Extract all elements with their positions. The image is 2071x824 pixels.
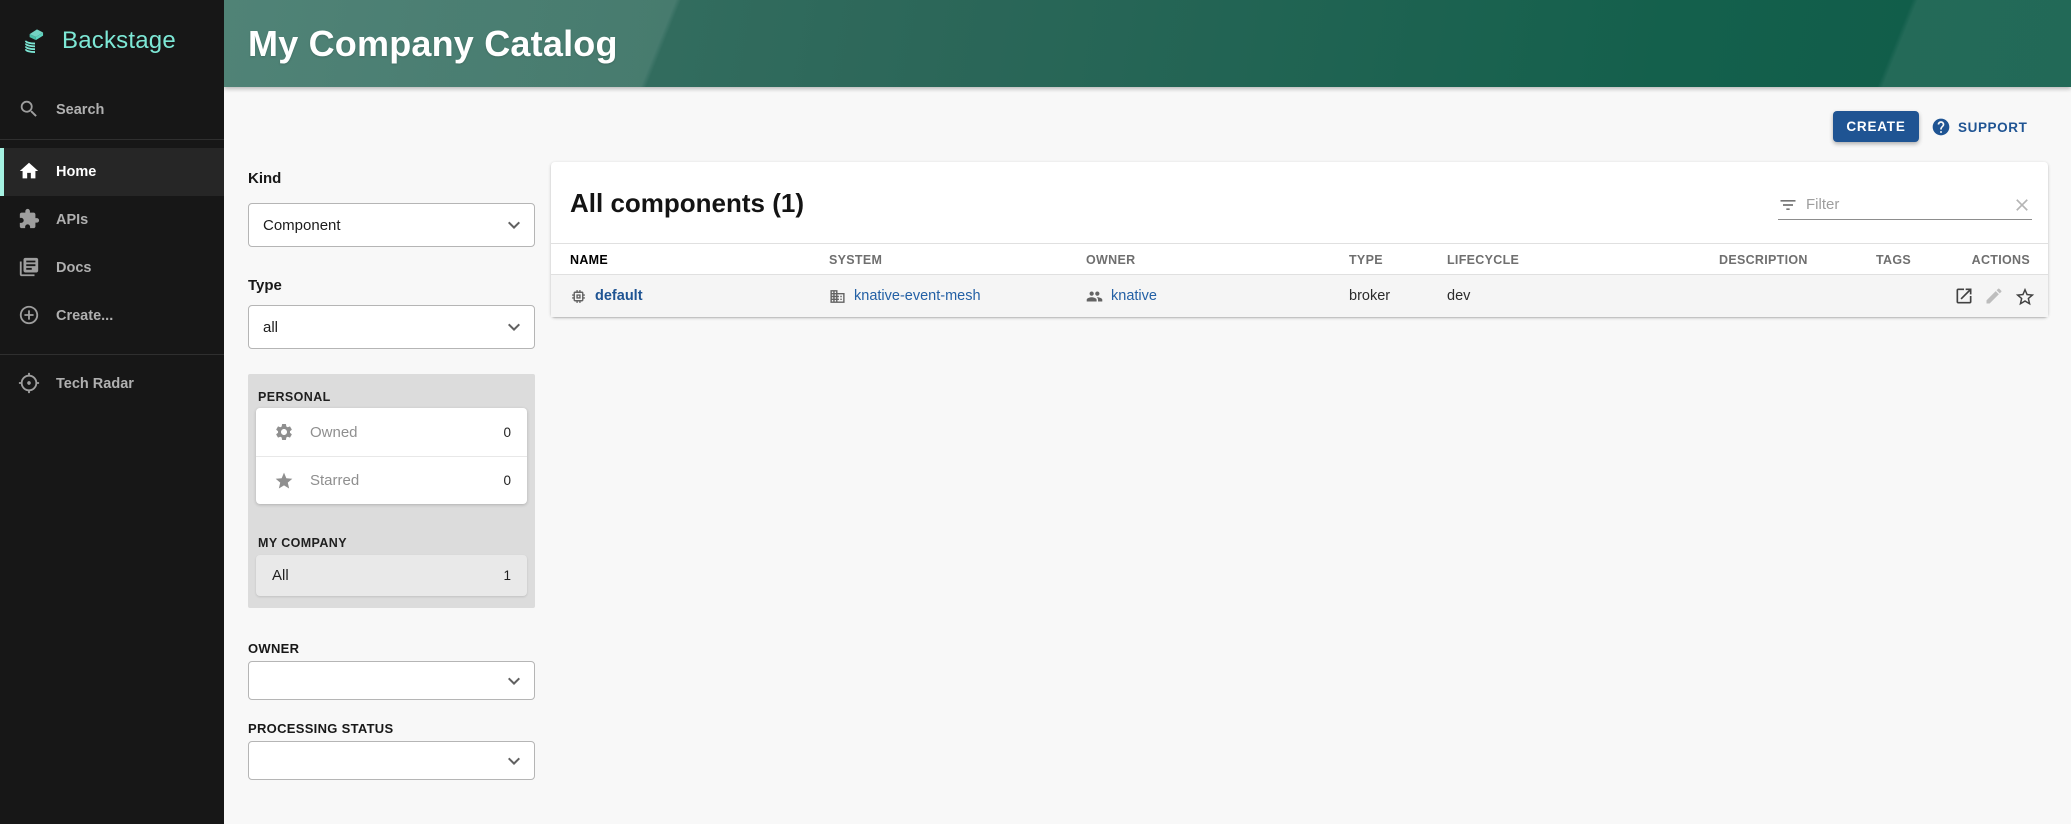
star-outline-icon[interactable]: [2014, 286, 2034, 306]
table-title: All components (1): [570, 188, 804, 219]
sidebar-item-create[interactable]: Create...: [0, 292, 224, 340]
starred-count: 0: [503, 473, 511, 488]
backstage-logo[interactable]: Backstage: [0, 0, 224, 62]
sidebar-item-label: Docs: [56, 260, 91, 276]
page-header: My Company Catalog: [224, 0, 2071, 87]
entity-picker-card: PERSONAL Owned 0 Starred 0: [248, 374, 535, 608]
clear-filter-icon[interactable]: [2012, 195, 2032, 215]
chevron-down-icon: [502, 315, 526, 339]
search-icon: [18, 98, 42, 122]
support-button[interactable]: SUPPORT: [1931, 116, 2027, 138]
chevron-down-icon: [502, 669, 526, 693]
entity-link[interactable]: default: [595, 288, 643, 304]
group-icon: [1086, 288, 1103, 305]
plus-circle-icon: [18, 304, 42, 328]
sidebar-divider: [0, 139, 224, 140]
all-count: 1: [503, 568, 511, 583]
star-icon: [274, 471, 294, 491]
kind-select[interactable]: Component: [248, 203, 535, 247]
main-content: CREATE SUPPORT Kind Component Type all P…: [224, 87, 2071, 824]
sidebar-divider: [0, 354, 224, 355]
sidebar-item-tech-radar[interactable]: Tech Radar: [0, 360, 224, 408]
kind-select-value: Component: [263, 217, 341, 234]
open-in-new-icon[interactable]: [1954, 286, 1974, 306]
column-header-tags[interactable]: TAGS: [1876, 253, 1911, 267]
docs-icon: [18, 256, 42, 280]
chevron-down-icon: [502, 749, 526, 773]
type-label: Type: [248, 277, 282, 294]
column-header-description[interactable]: DESCRIPTION: [1719, 253, 1808, 267]
edit-icon[interactable]: [1984, 286, 2004, 306]
sidebar-item-label: Create...: [56, 308, 113, 324]
processing-status-select[interactable]: [248, 741, 535, 780]
actions-cell: [1954, 275, 2034, 317]
sidebar-item-home[interactable]: Home: [0, 148, 224, 196]
backstage-logo-icon: [18, 22, 52, 61]
table-filter-field: [1778, 190, 2032, 220]
owned-label: Owned: [310, 424, 358, 441]
column-header-lifecycle[interactable]: LIFECYCLE: [1447, 253, 1519, 267]
sidebar-item-label: Search: [56, 102, 104, 118]
sidebar-item-docs[interactable]: Docs: [0, 244, 224, 292]
gear-icon: [274, 422, 294, 442]
processing-status-label: PROCESSING STATUS: [248, 721, 393, 736]
personal-section-title: PERSONAL: [258, 390, 331, 404]
personal-picker-group: Owned 0 Starred 0: [256, 408, 527, 504]
home-icon: [18, 160, 42, 184]
column-header-system[interactable]: SYSTEM: [829, 253, 882, 267]
puzzle-icon: [18, 208, 42, 232]
table-row: default knative-event-mesh knative broke…: [551, 275, 2048, 317]
owner-link[interactable]: knative: [1111, 288, 1157, 304]
components-table-card: All components (1) NAME SYSTEM OWNER TYP…: [551, 162, 2048, 317]
type-select-value: all: [263, 319, 278, 336]
table-header-row: NAME SYSTEM OWNER TYPE LIFECYCLE DESCRIP…: [551, 243, 2048, 275]
help-icon: [1931, 117, 1951, 137]
system-building-icon: [829, 288, 846, 305]
sidebar-item-search[interactable]: Search: [0, 86, 224, 134]
starred-label: Starred: [310, 472, 359, 489]
type-select[interactable]: all: [248, 305, 535, 349]
sidebar-item-label: Home: [56, 164, 96, 180]
owned-filter-item[interactable]: Owned 0: [256, 408, 527, 456]
logo-wordmark: Backstage: [62, 27, 176, 55]
name-cell: default: [570, 275, 643, 317]
filter-list-icon: [1778, 195, 1798, 215]
system-link[interactable]: knative-event-mesh: [854, 288, 981, 304]
all-filter-item[interactable]: All 1: [256, 555, 527, 596]
type-cell: broker: [1349, 275, 1390, 317]
kind-label: Kind: [248, 170, 281, 187]
owned-count: 0: [503, 425, 511, 440]
table-filter-input[interactable]: [1806, 196, 2012, 213]
lifecycle-cell: dev: [1447, 275, 1470, 317]
component-chip-icon: [570, 288, 587, 305]
support-label: SUPPORT: [1958, 120, 2027, 135]
sidebar: Backstage Search Home APIs Docs: [0, 0, 224, 824]
column-header-name[interactable]: NAME: [570, 253, 608, 267]
owner-cell: knative: [1086, 275, 1157, 317]
owner-select[interactable]: [248, 661, 535, 700]
starred-filter-item[interactable]: Starred 0: [256, 456, 527, 504]
company-section-title: MY COMPANY: [258, 536, 347, 550]
chevron-down-icon: [502, 213, 526, 237]
column-header-actions: ACTIONS: [1972, 253, 2030, 267]
sidebar-item-label: APIs: [56, 212, 88, 228]
create-button[interactable]: CREATE: [1833, 111, 1919, 142]
system-cell: knative-event-mesh: [829, 275, 981, 317]
column-header-type[interactable]: TYPE: [1349, 253, 1383, 267]
backstage-catalog-page: Backstage Search Home APIs Docs: [0, 0, 2071, 824]
page-title: My Company Catalog: [224, 23, 618, 65]
radar-icon: [18, 372, 42, 396]
owner-label: OWNER: [248, 641, 299, 656]
column-header-owner[interactable]: OWNER: [1086, 253, 1135, 267]
all-label: All: [272, 567, 289, 584]
sidebar-item-label: Tech Radar: [56, 376, 134, 392]
sidebar-item-apis[interactable]: APIs: [0, 196, 224, 244]
